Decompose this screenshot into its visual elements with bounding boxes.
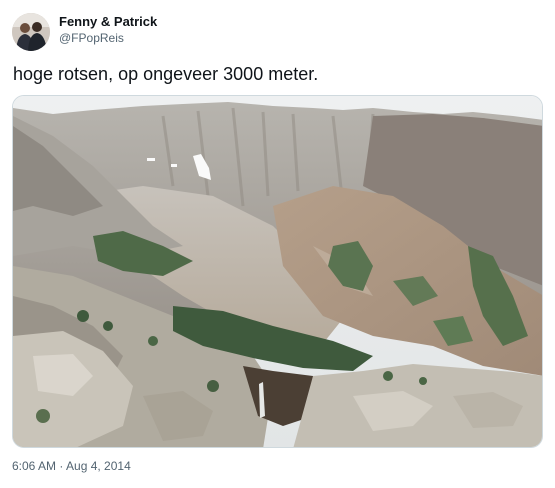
tweet-text: hoge rotsen, op ongeveer 3000 meter. bbox=[13, 64, 319, 84]
author-handle[interactable]: @FPopReis bbox=[59, 31, 124, 45]
tweet-card: Fenny & Patrick @FPopReis hoge rotsen, o… bbox=[0, 0, 555, 488]
tweet-photo[interactable] bbox=[12, 95, 543, 448]
avatar[interactable] bbox=[12, 13, 50, 51]
mountain-photo bbox=[13, 96, 542, 447]
tweet-timestamp[interactable]: 6:06 AM · Aug 4, 2014 bbox=[12, 459, 131, 473]
author-name[interactable]: Fenny & Patrick bbox=[59, 14, 157, 29]
